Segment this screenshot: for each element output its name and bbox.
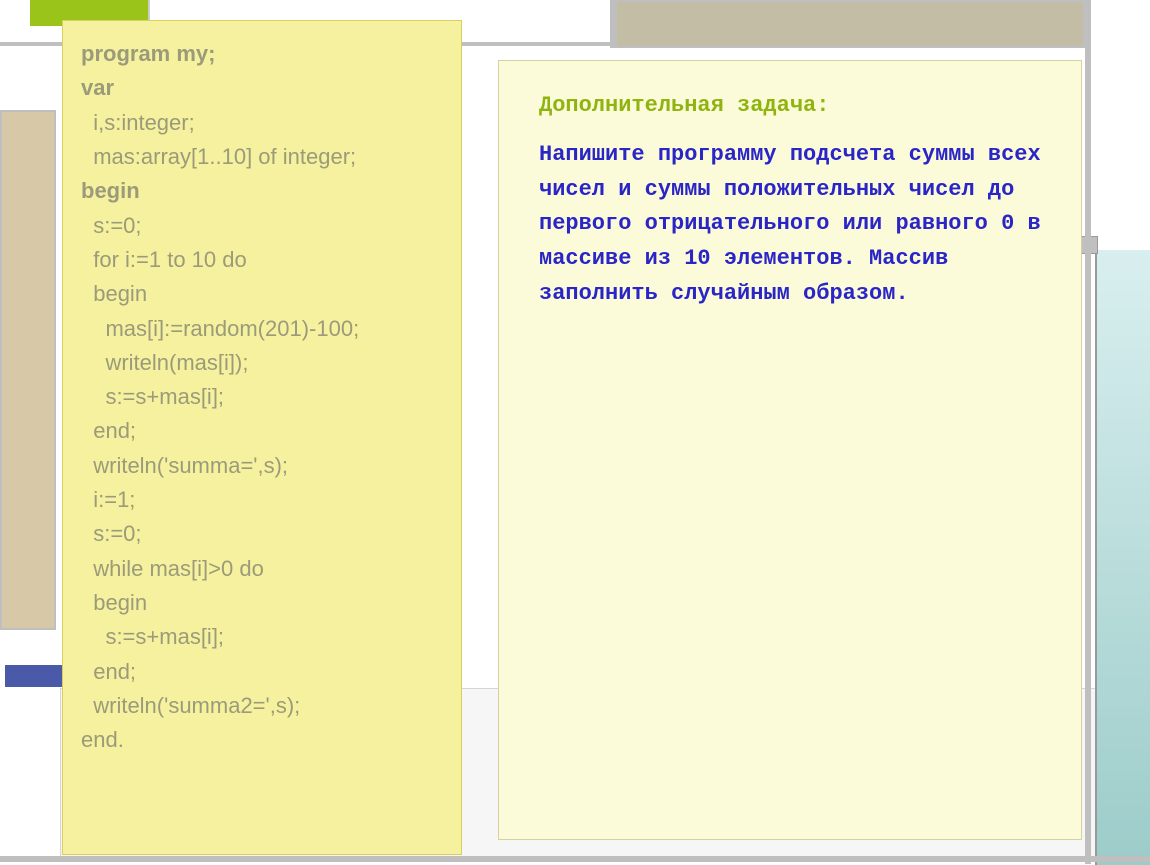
code-line: writeln(mas[i]); xyxy=(81,346,449,380)
code-line: program my; xyxy=(81,37,449,71)
decor-right-line xyxy=(1085,0,1091,864)
code-line: s:=0; xyxy=(81,209,449,243)
code-line: i,s:integer; xyxy=(81,106,449,140)
code-line: while mas[i]>0 do xyxy=(81,552,449,586)
code-line: end. xyxy=(81,723,449,757)
code-line: writeln('summa2=',s); xyxy=(81,689,449,723)
decor-bottom-line xyxy=(0,856,1150,862)
task-body: Напишите программу подсчета суммы всех ч… xyxy=(539,138,1049,312)
code-line: s:=0; xyxy=(81,517,449,551)
decor-blue-bar xyxy=(5,665,65,687)
code-line: s:=s+mas[i]; xyxy=(81,380,449,414)
code-line: i:=1; xyxy=(81,483,449,517)
code-line: var xyxy=(81,71,449,105)
code-line: begin xyxy=(81,277,449,311)
code-panel: program my;var i,s:integer; mas:array[1.… xyxy=(62,20,462,855)
code-line: mas:array[1..10] of integer; xyxy=(81,140,449,174)
task-title: Дополнительная задача: xyxy=(539,89,1049,124)
code-line: end; xyxy=(81,655,449,689)
code-line: for i:=1 to 10 do xyxy=(81,243,449,277)
decor-line xyxy=(610,0,615,48)
decor-top-grey xyxy=(615,0,1085,48)
code-line: s:=s+mas[i]; xyxy=(81,620,449,654)
decor-beige-left xyxy=(0,110,56,630)
code-line: mas[i]:=random(201)-100; xyxy=(81,312,449,346)
code-line: end; xyxy=(81,414,449,448)
code-line: begin xyxy=(81,174,449,208)
code-line: begin xyxy=(81,586,449,620)
task-panel: Дополнительная задача: Напишите программ… xyxy=(498,60,1082,840)
decor-teal-right xyxy=(1095,250,1150,865)
code-line: writeln('summa=',s); xyxy=(81,449,449,483)
